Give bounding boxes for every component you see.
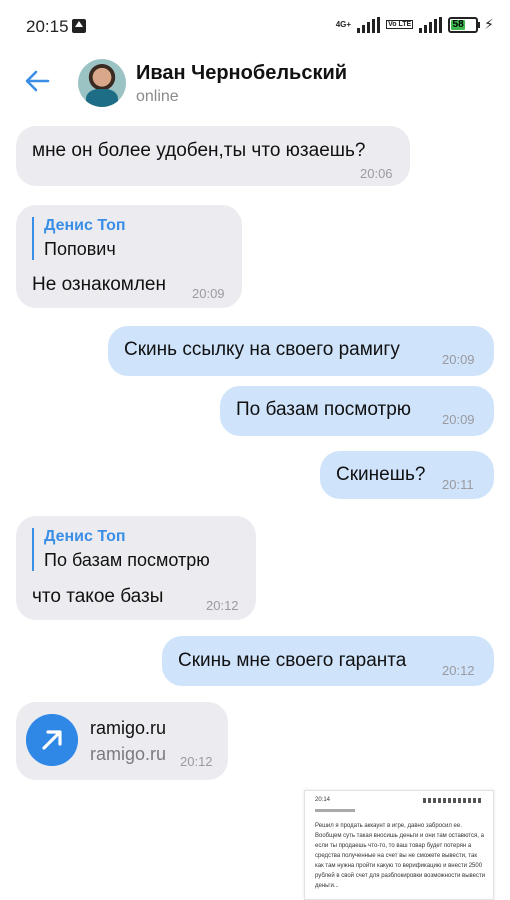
message-time: 20:12 (180, 754, 213, 769)
message-text: мне он более удобен,ты что юзаешь? (32, 140, 366, 161)
message-time: 20:09 (442, 412, 475, 427)
contact-avatar[interactable] (78, 59, 126, 107)
thumb-status-icons (423, 798, 483, 803)
message-time: 20:09 (192, 286, 225, 301)
link-title[interactable]: ramigo.ru (90, 718, 166, 739)
message-text: Скинь ссылку на своего рамигу (124, 339, 400, 360)
chat-header: Иван Чернобельский online (0, 52, 510, 114)
reply-quote[interactable]: Денис Топ Попович (32, 217, 126, 260)
reply-text: Попович (44, 239, 116, 259)
thumb-subtitle-line (315, 809, 355, 812)
thumb-text: Решил я продать аккаунт в игре, давно за… (315, 823, 486, 889)
message-bubble-outgoing[interactable]: Скинь мне своего гаранта 20:12 (162, 636, 494, 686)
network-type: 4G+ (335, 19, 352, 29)
signal-icon (357, 16, 381, 33)
reply-author: Денис Топ (44, 217, 126, 234)
status-bar: 20:15 4G+ Vo LTE 58 ⚡ (0, 0, 510, 52)
reply-quote[interactable]: Денис Топ По базам посмотрю (32, 528, 210, 571)
message-bubble-outgoing[interactable]: По базам посмотрю 20:09 (220, 386, 494, 436)
image-attachment[interactable]: 20:14 Решил я продать аккаунт в игре, да… (304, 790, 494, 900)
thumb-time: 20:14 (315, 797, 331, 803)
link-preview-bubble[interactable]: ramigo.ru ramigo.ru 20:12 (16, 702, 228, 780)
message-time: 20:06 (360, 166, 393, 181)
message-bubble-outgoing[interactable]: Скинь ссылку на своего рамигу 20:09 (108, 326, 494, 376)
message-text: что такое базы (32, 586, 164, 607)
message-text: Скинь мне своего гаранта (178, 650, 407, 671)
message-time: 20:09 (442, 352, 475, 367)
message-bubble-incoming[interactable]: мне он более удобен,ты что юзаешь? 20:06 (16, 126, 410, 186)
signal-icon-2 (419, 16, 443, 33)
reply-author: Денис Топ (44, 528, 126, 545)
message-bubble-outgoing[interactable]: Скинешь? 20:11 (320, 451, 494, 499)
message-bubble-incoming-reply[interactable]: Денис Топ Попович Не ознакомлен 20:09 (16, 205, 242, 308)
thumb-status-bar: 20:14 (311, 797, 487, 805)
contact-name[interactable]: Иван Чернобельский (136, 62, 347, 85)
contact-status: online (136, 88, 179, 105)
battery-level: 58 (451, 18, 466, 30)
message-text: Скинешь? (336, 464, 426, 485)
reply-text: По базам посмотрю (44, 550, 210, 570)
battery-icon: 58 (448, 16, 481, 33)
message-time: 20:11 (442, 477, 474, 492)
message-time: 20:12 (206, 598, 239, 613)
charging-icon: ⚡ (484, 16, 494, 32)
volte-badge: Vo LTE (386, 20, 414, 29)
back-arrow-icon[interactable] (22, 66, 52, 96)
message-time: 20:12 (442, 663, 475, 678)
message-bubble-incoming-reply[interactable]: Денис Топ По базам посмотрю что такое ба… (16, 516, 256, 620)
message-text: По базам посмотрю (236, 399, 412, 420)
upload-notification-icon (72, 19, 86, 33)
link-arrow-icon (26, 714, 78, 766)
status-time: 20:15 (26, 17, 69, 36)
message-text: Не ознакомлен (32, 274, 166, 295)
status-icons: 4G+ Vo LTE 58 ⚡ (336, 16, 494, 33)
link-url[interactable]: ramigo.ru (90, 744, 166, 765)
